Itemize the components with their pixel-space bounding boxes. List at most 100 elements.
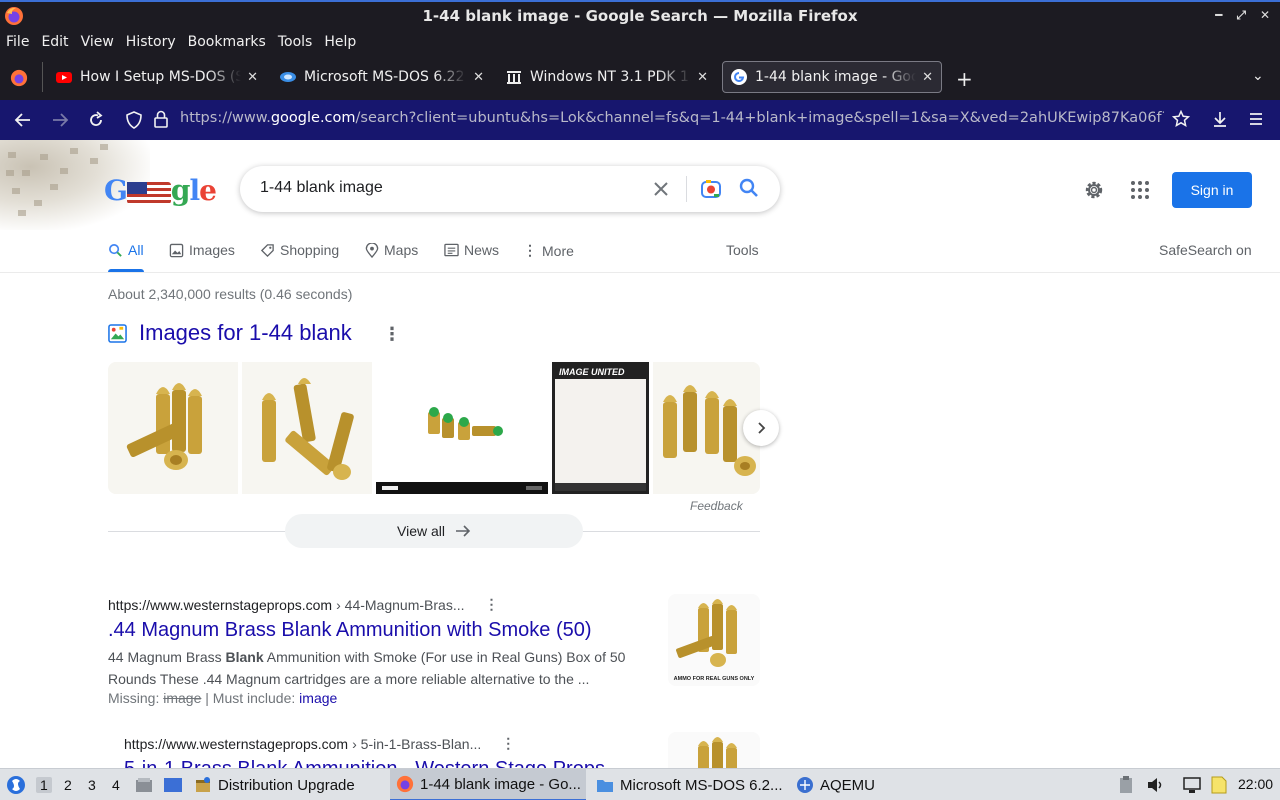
tag-icon (260, 243, 274, 257)
result-thumbnail[interactable]: AMMO FOR REAL GUNS ONLY (668, 594, 760, 686)
menu-help[interactable]: Help (324, 34, 356, 50)
start-menu-icon[interactable] (6, 775, 26, 795)
carousel-next-button[interactable] (743, 410, 779, 446)
view-all-label: View all (397, 523, 445, 539)
result-title[interactable]: 5-in-1 Brass Blank Ammunition - Western … (124, 758, 605, 768)
minimize-icon[interactable]: ━ (1215, 8, 1222, 23)
image-thumbnail[interactable]: IMAGE UNITED (552, 362, 649, 494)
image-icon (108, 323, 127, 343)
tools-button[interactable]: Tools (726, 242, 759, 258)
search-box[interactable]: 1-44 blank image (240, 166, 780, 212)
close-tab-icon[interactable]: ✕ (922, 70, 933, 85)
image-thumbnail[interactable] (242, 362, 372, 494)
url-path: /search?client=ubuntu&hs=Lok&channel=fs&… (355, 110, 1164, 126)
firefox-view-icon[interactable] (10, 69, 28, 87)
workspace-4[interactable]: 4 (112, 777, 120, 793)
new-tab-icon[interactable]: + (956, 67, 973, 91)
image-caption: IMAGE UNITED (555, 365, 646, 379)
result-cite[interactable]: https://www.westernstageprops.com › 5-in… (124, 735, 605, 752)
camera-lens-icon[interactable] (700, 178, 722, 200)
workspace-2[interactable]: 2 (64, 777, 72, 793)
back-icon[interactable] (14, 111, 32, 129)
download-icon[interactable] (1211, 110, 1229, 128)
image-thumbnail[interactable] (108, 362, 238, 494)
close-tab-icon[interactable]: ✕ (473, 70, 484, 85)
tab-youtube[interactable]: How I Setup MS-DOS (Se ✕ (48, 61, 266, 93)
thumb-caption: AMMO FOR REAL GUNS ONLY (674, 676, 755, 682)
forward-icon[interactable] (51, 111, 69, 129)
menu-bookmarks[interactable]: Bookmarks (188, 34, 266, 50)
lock-icon[interactable] (153, 110, 169, 128)
tab-news[interactable]: News (444, 242, 499, 258)
result-path: › 44-Magnum-Bras... (336, 596, 465, 613)
google-search-page: Ggle 1-44 blank image Sign in All Images… (0, 140, 1280, 768)
tab-windows-nt[interactable]: Windows NT 3.1 PDK 1.1 ✕ (498, 61, 716, 93)
shield-icon[interactable] (125, 111, 143, 129)
clipboard-icon[interactable] (1118, 776, 1134, 794)
image-icon (169, 243, 184, 257)
tab-title: How I Setup MS-DOS (Se (80, 69, 242, 85)
safesearch-link[interactable]: SafeSearch on (1159, 242, 1252, 258)
more-dots-icon: ⋮ (523, 242, 537, 258)
workspace-1[interactable]: 1 (36, 777, 52, 793)
menu-edit[interactable]: Edit (41, 34, 68, 50)
tab-label: All (128, 242, 144, 258)
tab-shopping[interactable]: Shopping (260, 242, 339, 258)
more-options-icon[interactable]: ⋮ (501, 735, 515, 752)
taskbar-item-aqemu[interactable]: AQEMU (796, 769, 875, 800)
hamburger-menu-icon[interactable] (1248, 111, 1264, 127)
more-options-icon[interactable]: ⋮ (484, 596, 498, 613)
menu-history[interactable]: History (126, 34, 176, 50)
tab-msdos[interactable]: Microsoft MS-DOS 6.22 ✕ (272, 61, 492, 93)
brass-cartridges-image (242, 362, 372, 494)
gear-icon[interactable] (1082, 178, 1106, 202)
chevron-down-icon[interactable]: ⌄ (1252, 68, 1264, 84)
tab-maps[interactable]: Maps (365, 242, 418, 258)
must-include-link[interactable]: image (299, 690, 337, 706)
result-cite[interactable]: https://www.westernstageprops.com › 44-M… (108, 596, 638, 613)
flag-doodle (126, 181, 171, 204)
clear-icon[interactable] (652, 180, 670, 198)
result-thumbnail[interactable] (668, 732, 760, 768)
more-options-icon[interactable]: ⋮ (383, 324, 401, 345)
url-bar[interactable]: https://www.google.com/search?client=ubu… (180, 110, 1164, 126)
google-logo[interactable]: Ggle (104, 174, 217, 207)
taskbar-item-distribution-upgrade[interactable]: Distribution Upgrade (194, 769, 355, 800)
close-tab-icon[interactable]: ✕ (697, 70, 708, 85)
maximize-icon[interactable]: ⤢ (1236, 8, 1246, 23)
taskbar-item-msdos[interactable]: Microsoft MS-DOS 6.2... (596, 769, 783, 800)
taskbar-item-firefox[interactable]: 1-44 blank image - Go... (390, 769, 586, 800)
images-section-header[interactable]: Images for 1-44 blank (108, 320, 352, 346)
menu-file[interactable]: File (6, 34, 29, 50)
result-url: https://www.westernstageprops.com (124, 735, 349, 752)
view-all-button[interactable]: View all (285, 514, 583, 548)
search-input[interactable]: 1-44 blank image (260, 179, 383, 197)
close-tab-icon[interactable]: ✕ (247, 70, 258, 85)
menu-tools[interactable]: Tools (278, 34, 313, 50)
reload-icon[interactable] (87, 111, 105, 129)
menu-bar: File Edit View History Bookmarks Tools H… (0, 30, 1280, 54)
tab-google-search[interactable]: 1-44 blank image - Googl ✕ (722, 61, 942, 93)
tab-images[interactable]: Images (169, 242, 235, 258)
desktop-icon[interactable] (163, 777, 183, 793)
file-manager-icon[interactable] (135, 777, 153, 793)
apps-grid-icon[interactable] (1130, 180, 1150, 200)
window-titlebar: 1-44 blank image - Google Search — Mozil… (0, 0, 1280, 30)
bookmark-star-icon[interactable] (1172, 110, 1190, 128)
notes-icon[interactable] (1210, 775, 1228, 795)
arrow-right-icon (456, 525, 471, 537)
folder-icon (597, 780, 613, 792)
network-icon[interactable] (1182, 776, 1202, 794)
menu-view[interactable]: View (81, 34, 114, 50)
volume-icon[interactable] (1146, 776, 1164, 794)
sign-in-button[interactable]: Sign in (1172, 172, 1252, 208)
brass-cartridges-image (108, 362, 238, 494)
tab-all[interactable]: All (108, 242, 144, 258)
close-icon[interactable]: ✕ (1260, 8, 1270, 23)
workspace-3[interactable]: 3 (88, 777, 96, 793)
search-icon[interactable] (738, 177, 760, 199)
image-thumbnail[interactable] (376, 362, 548, 494)
tab-more[interactable]: ⋮ More (523, 242, 574, 259)
result-title[interactable]: .44 Magnum Brass Blank Ammunition with S… (108, 619, 638, 642)
feedback-link[interactable]: Feedback (690, 499, 743, 513)
